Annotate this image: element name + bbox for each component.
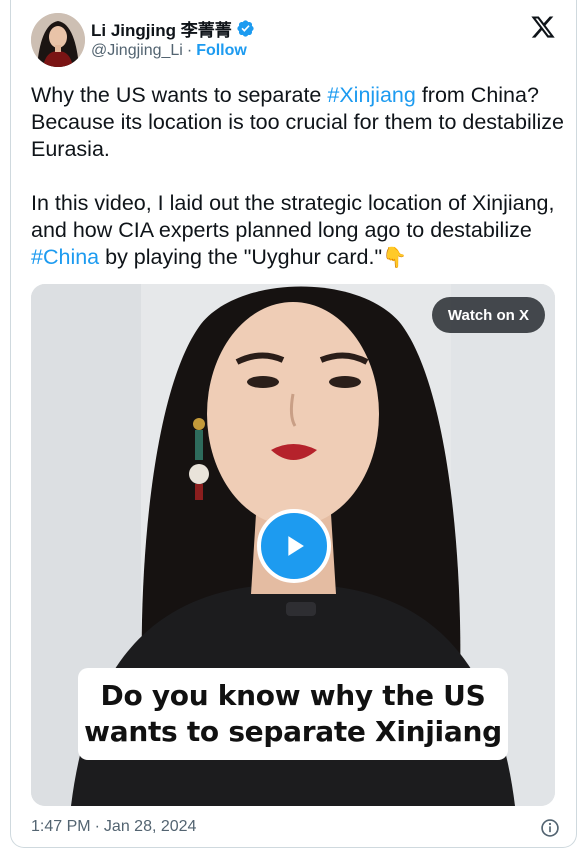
avatar[interactable] xyxy=(31,13,85,67)
x-logo-icon[interactable] xyxy=(530,14,556,40)
hashtag-link-china[interactable]: #China xyxy=(31,245,99,269)
tweet-card: Li Jingjing 李菁菁 @Jingjing_Li · Follow Wh… xyxy=(10,0,577,848)
tweet-text-segment: by playing the "Uyghur card." xyxy=(99,245,383,269)
verified-badge-icon xyxy=(237,20,254,37)
tweet-text-segment: Why the US wants to separate xyxy=(31,83,328,107)
author-name-row: Li Jingjing 李菁菁 xyxy=(91,16,255,41)
handle-row: @Jingjing_Li · Follow xyxy=(91,42,247,60)
author-name[interactable]: Li Jingjing 李菁菁 xyxy=(91,16,232,41)
author-handle[interactable]: @Jingjing_Li xyxy=(91,42,183,60)
tweet-text-segment: In this video, I laid out the strategic … xyxy=(31,191,555,242)
handle-separator: · xyxy=(186,42,193,59)
watch-on-x-button[interactable]: Watch on X xyxy=(431,297,545,333)
hashtag-link-xinjiang[interactable]: #Xinjiang xyxy=(327,83,415,107)
avatar-image xyxy=(31,13,85,67)
video-caption-line-1: Do you know why the US xyxy=(100,679,486,712)
play-icon xyxy=(288,536,304,556)
tweet-paragraph-2: In this video, I laid out the strategic … xyxy=(31,190,571,272)
video-caption-line-2: wants to separate Xinjiang xyxy=(84,715,502,748)
tweet-text: Why the US wants to separate #Xinjiang f… xyxy=(31,82,571,299)
follow-button[interactable]: Follow xyxy=(196,42,247,60)
pointing-down-emoji: 👇 xyxy=(382,247,408,269)
timestamp-separator: · xyxy=(94,818,100,835)
timestamp-date: Jan 28, 2024 xyxy=(103,818,197,835)
timestamp[interactable]: 1:47 PM · Jan 28, 2024 xyxy=(31,818,196,836)
play-button[interactable] xyxy=(257,509,331,583)
info-icon[interactable] xyxy=(540,818,560,838)
video-caption: Do you know why the US wants to separate… xyxy=(84,678,502,750)
timestamp-time: 1:47 PM xyxy=(31,818,91,835)
video-media[interactable]: Watch on X Do you know why the US wants … xyxy=(31,284,555,806)
video-caption-box: Do you know why the US wants to separate… xyxy=(78,668,508,760)
tweet-paragraph-1: Why the US wants to separate #Xinjiang f… xyxy=(31,82,571,163)
